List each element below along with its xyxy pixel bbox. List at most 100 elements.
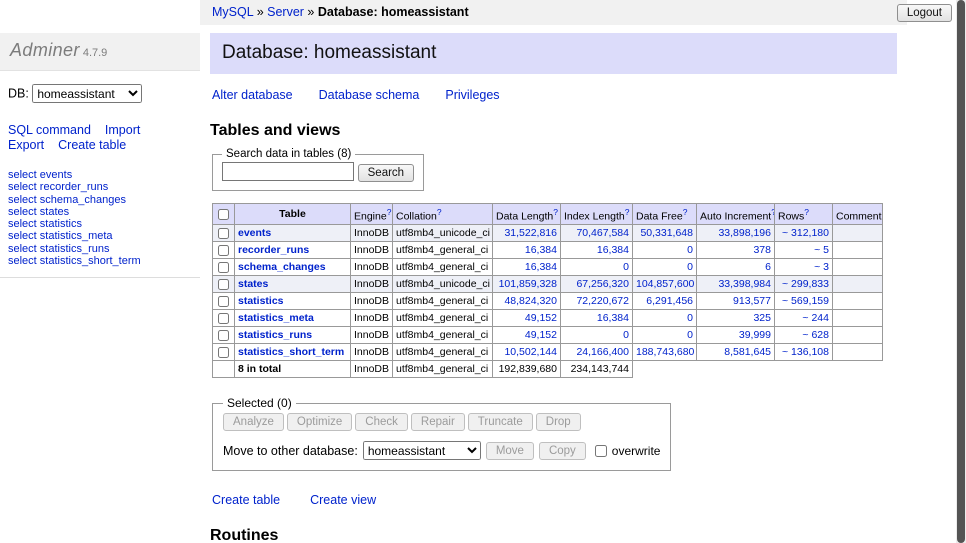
db-select[interactable]: homeassistant bbox=[32, 84, 142, 103]
rows-link[interactable]: ~ 5 bbox=[814, 244, 829, 256]
select-all-checkbox[interactable] bbox=[218, 209, 229, 220]
sidebar-select-events[interactable]: select events bbox=[8, 169, 192, 181]
help-icon[interactable]: ? bbox=[387, 207, 392, 217]
sidebar-select-states[interactable]: select states bbox=[8, 206, 192, 218]
row-checkbox[interactable] bbox=[218, 347, 229, 358]
app-logo[interactable]: Adminer bbox=[10, 40, 80, 60]
link-create-view[interactable]: Create view bbox=[310, 493, 376, 507]
data-free-link[interactable]: 0 bbox=[687, 312, 693, 324]
sidebar-link-import[interactable]: Import bbox=[105, 123, 140, 137]
row-checkbox[interactable] bbox=[218, 228, 229, 239]
help-icon[interactable]: ? bbox=[683, 207, 688, 217]
help-icon[interactable]: ? bbox=[882, 207, 883, 217]
index-length-link[interactable]: 24,166,400 bbox=[576, 346, 629, 358]
row-checkbox[interactable] bbox=[218, 279, 229, 290]
index-length-link[interactable]: 16,384 bbox=[597, 244, 629, 256]
data-free-link[interactable]: 6,291,456 bbox=[646, 295, 693, 307]
link-create-table[interactable]: Create table bbox=[212, 493, 280, 507]
table-link-statistics-short-term[interactable]: statistics_short_term bbox=[238, 346, 344, 358]
table-link-events[interactable]: events bbox=[238, 227, 271, 239]
data-free-link[interactable]: 0 bbox=[687, 261, 693, 273]
rows-link[interactable]: ~ 312,180 bbox=[782, 227, 829, 239]
data-length-link[interactable]: 49,152 bbox=[525, 312, 557, 324]
move-db-select[interactable]: homeassistant bbox=[363, 441, 481, 460]
index-length-link[interactable]: 67,256,320 bbox=[576, 278, 629, 290]
data-free-link[interactable]: 50,331,648 bbox=[640, 227, 693, 239]
auto-increment-link[interactable]: 325 bbox=[753, 312, 771, 324]
rows-link[interactable]: ~ 569,159 bbox=[782, 295, 829, 307]
sidebar-select-statistics-short-term[interactable]: select statistics_short_term bbox=[8, 255, 192, 267]
table-link-statistics[interactable]: statistics bbox=[238, 295, 284, 307]
row-checkbox[interactable] bbox=[218, 313, 229, 324]
data-free-link[interactable]: 104,857,600 bbox=[636, 278, 694, 290]
table-link-recorder-runs[interactable]: recorder_runs bbox=[238, 244, 309, 256]
copy-button[interactable]: Copy bbox=[539, 442, 586, 460]
index-length-link[interactable]: 70,467,584 bbox=[576, 227, 629, 239]
help-icon[interactable]: ? bbox=[553, 207, 558, 217]
sidebar-select-statistics[interactable]: select statistics bbox=[8, 218, 192, 230]
scrollbar-thumb[interactable] bbox=[957, 0, 965, 543]
help-icon[interactable]: ? bbox=[804, 207, 809, 217]
nav-link-alter-database[interactable]: Alter database bbox=[212, 88, 293, 102]
auto-increment-link[interactable]: 913,577 bbox=[733, 295, 771, 307]
scrollbar[interactable] bbox=[956, 0, 966, 543]
search-button[interactable]: Search bbox=[358, 164, 414, 182]
data-length-link[interactable]: 49,152 bbox=[525, 329, 557, 341]
sidebar-select-statistics-runs[interactable]: select statistics_runs bbox=[8, 243, 192, 255]
move-button[interactable]: Move bbox=[486, 442, 534, 460]
search-input[interactable] bbox=[222, 162, 354, 181]
data-free-link[interactable]: 0 bbox=[687, 329, 693, 341]
repair-button[interactable]: Repair bbox=[411, 413, 465, 431]
sidebar-select-statistics-meta[interactable]: select statistics_meta bbox=[8, 230, 192, 242]
sidebar-select-recorder-runs[interactable]: select recorder_runs bbox=[8, 181, 192, 193]
rows-link[interactable]: ~ 299,833 bbox=[782, 278, 829, 290]
auto-increment-link[interactable]: 378 bbox=[753, 244, 771, 256]
auto-increment-link[interactable]: 33,398,984 bbox=[718, 278, 771, 290]
nav-link-database-schema[interactable]: Database schema bbox=[319, 88, 420, 102]
row-checkbox[interactable] bbox=[218, 330, 229, 341]
rows-link[interactable]: ~ 628 bbox=[802, 329, 829, 341]
drop-button[interactable]: Drop bbox=[536, 413, 581, 431]
data-length-link[interactable]: 16,384 bbox=[525, 261, 557, 273]
help-icon[interactable]: ? bbox=[437, 207, 442, 217]
truncate-button[interactable]: Truncate bbox=[468, 413, 533, 431]
index-length-link[interactable]: 0 bbox=[623, 261, 629, 273]
index-length-link[interactable]: 16,384 bbox=[597, 312, 629, 324]
auto-increment-link[interactable]: 39,999 bbox=[739, 329, 771, 341]
table-link-statistics-runs[interactable]: statistics_runs bbox=[238, 329, 312, 341]
sidebar-select-schema-changes[interactable]: select schema_changes bbox=[8, 194, 192, 206]
breadcrumb-link-server[interactable]: Server bbox=[267, 5, 304, 19]
analyze-button[interactable]: Analyze bbox=[223, 413, 284, 431]
overwrite-checkbox[interactable] bbox=[595, 445, 607, 457]
data-free-link[interactable]: 188,743,680 bbox=[636, 346, 694, 358]
rows-link[interactable]: ~ 136,108 bbox=[782, 346, 829, 358]
auto-increment-link[interactable]: 8,581,645 bbox=[724, 346, 771, 358]
data-length-link[interactable]: 101,859,328 bbox=[499, 278, 557, 290]
logout-button[interactable]: Logout bbox=[897, 4, 952, 22]
rows-link[interactable]: ~ 244 bbox=[802, 312, 829, 324]
data-length-link[interactable]: 31,522,816 bbox=[504, 227, 557, 239]
data-free-link[interactable]: 0 bbox=[687, 244, 693, 256]
auto-increment-link[interactable]: 33,898,196 bbox=[718, 227, 771, 239]
sidebar-link-create-table[interactable]: Create table bbox=[58, 138, 126, 152]
data-length-link[interactable]: 48,824,320 bbox=[504, 295, 557, 307]
table-link-schema-changes[interactable]: schema_changes bbox=[238, 261, 326, 273]
table-link-statistics-meta[interactable]: statistics_meta bbox=[238, 312, 314, 324]
row-checkbox[interactable] bbox=[218, 245, 229, 256]
data-length-link[interactable]: 10,502,144 bbox=[504, 346, 557, 358]
breadcrumb-link-mysql[interactable]: MySQL bbox=[212, 5, 253, 19]
row-checkbox[interactable] bbox=[218, 296, 229, 307]
row-checkbox[interactable] bbox=[218, 262, 229, 273]
data-length-link[interactable]: 16,384 bbox=[525, 244, 557, 256]
app-version[interactable]: 4.7.9 bbox=[83, 47, 107, 59]
sidebar-link-export[interactable]: Export bbox=[8, 138, 44, 152]
nav-link-privileges[interactable]: Privileges bbox=[445, 88, 499, 102]
index-length-link[interactable]: 72,220,672 bbox=[576, 295, 629, 307]
index-length-link[interactable]: 0 bbox=[623, 329, 629, 341]
table-link-states[interactable]: states bbox=[238, 278, 268, 290]
help-icon[interactable]: ? bbox=[625, 207, 630, 217]
optimize-button[interactable]: Optimize bbox=[287, 413, 352, 431]
auto-increment-link[interactable]: 6 bbox=[765, 261, 771, 273]
check-button[interactable]: Check bbox=[355, 413, 408, 431]
sidebar-link-sql-command[interactable]: SQL command bbox=[8, 123, 91, 137]
